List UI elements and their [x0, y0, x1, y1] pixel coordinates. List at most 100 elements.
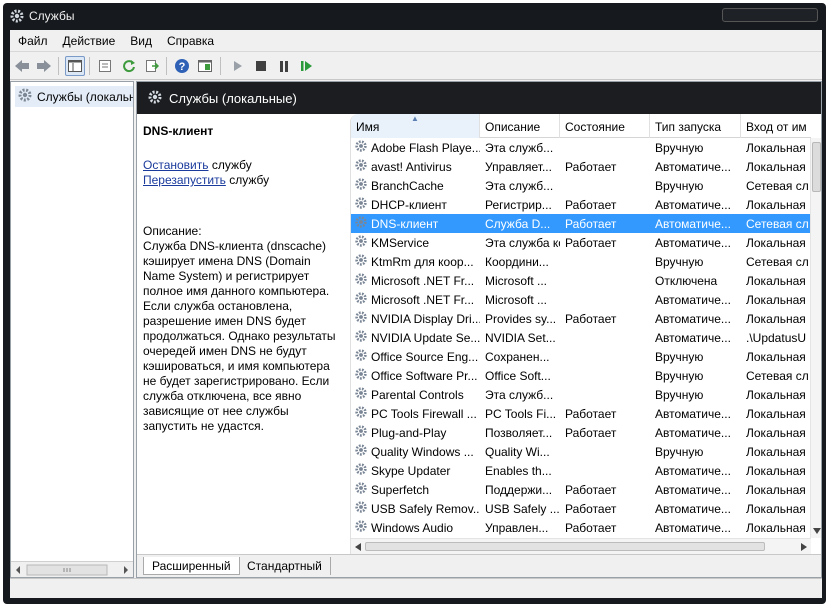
export-icon[interactable]	[142, 56, 162, 76]
services-gear-icon	[147, 89, 163, 108]
table-row[interactable]: Plug-and-Play Позволяет... Работает Автомат…	[351, 423, 811, 442]
column-header-logon[interactable]: Вход от им	[741, 114, 811, 138]
window-controls[interactable]	[722, 8, 818, 22]
service-logon-cell: Локальная	[746, 140, 806, 155]
services-gear-icon	[17, 87, 33, 106]
list-vertical-scrollbar[interactable]	[810, 138, 821, 538]
service-name-label: Windows Audio	[371, 520, 454, 535]
tab-extended[interactable]: Расширенный	[143, 557, 240, 575]
scroll-thumb[interactable]	[365, 542, 765, 551]
service-logon-cell: Локальная	[746, 292, 806, 307]
forward-icon[interactable]	[34, 56, 54, 76]
services-gear-icon	[9, 8, 25, 27]
service-logon-cell: Локальная	[746, 482, 806, 497]
table-row[interactable]: DNS-клиент Служба D... Работает Автоматиче.…	[351, 214, 811, 233]
restart-service-link[interactable]: Перезапустить	[143, 173, 226, 187]
tree-horizontal-scrollbar[interactable]	[11, 561, 133, 577]
column-header-description[interactable]: Описание	[480, 114, 560, 138]
table-row[interactable]: Office Source Eng... Сохранен... Вручную Ло…	[351, 347, 811, 366]
menu-file[interactable]: Файл	[10, 30, 55, 48]
toolbar-separator	[58, 57, 59, 75]
refresh-icon[interactable]	[119, 56, 139, 76]
service-description-panel: DNS-клиент Остановить службу Перезапусти…	[137, 114, 350, 554]
table-row[interactable]: Parental Controls Эта служб... Вручную Лока…	[351, 385, 811, 404]
stop-icon[interactable]	[251, 56, 271, 76]
service-gear-icon	[354, 481, 368, 498]
service-startup-cell: Автоматиче...	[655, 235, 731, 250]
table-row[interactable]: USB Safely Remov... USB Safely ... Работае…	[351, 499, 811, 518]
help-icon[interactable]: ?	[172, 56, 192, 76]
service-gear-icon	[354, 196, 368, 213]
service-state-cell: Работает	[565, 159, 617, 174]
service-name-cell: Office Source Eng...	[351, 348, 480, 365]
start-icon[interactable]	[228, 56, 248, 76]
pause-icon[interactable]	[274, 56, 294, 76]
service-name-cell: Skype Updater	[351, 462, 480, 479]
service-gear-icon	[354, 443, 368, 460]
service-startup-cell: Автоматиче...	[655, 292, 731, 307]
service-name-cell: KtmRm для коор...	[351, 253, 480, 270]
service-gear-icon	[354, 158, 368, 175]
table-row[interactable]: NVIDIA Update Se... NVIDIA Set... Автомати…	[351, 328, 811, 347]
table-row[interactable]: Adobe Flash Playe... Эта служб... Вручную Л…	[351, 138, 811, 157]
service-name-cell: PC Tools Firewall ...	[351, 405, 480, 422]
restart-icon[interactable]	[297, 56, 317, 76]
tab-standard[interactable]: Стандартный	[239, 557, 331, 575]
service-logon-cell: Локальная	[746, 463, 806, 478]
service-description-cell: PC Tools Fi...	[485, 406, 557, 421]
table-row[interactable]: Superfetch Поддержи... Работает Автоматиче.…	[351, 480, 811, 499]
service-logon-cell: Локальная	[746, 520, 806, 535]
service-gear-icon	[354, 177, 368, 194]
menu-help[interactable]: Справка	[159, 30, 221, 48]
table-row[interactable]: avast! Antivirus Управляет... Работает Авто…	[351, 157, 811, 176]
table-row[interactable]: KtmRm для коор... Координи... Вручную Сетев…	[351, 252, 811, 271]
table-row[interactable]: Quality Windows ... Quality Wi... Вручную Л…	[351, 442, 811, 461]
service-logon-cell: .\UpdatusU	[746, 330, 807, 345]
column-header-startup[interactable]: Тип запуска	[650, 114, 741, 138]
list-horizontal-scrollbar[interactable]	[351, 538, 811, 554]
service-logon-cell: Локальная	[746, 387, 806, 402]
stop-service-link[interactable]: Остановить	[143, 158, 209, 172]
table-row[interactable]: NVIDIA Display Dri... Provides sy... Работ…	[351, 309, 811, 328]
service-logon-cell: Сетевая сл	[746, 368, 809, 383]
service-gear-icon	[354, 234, 368, 251]
service-name-cell: DHCP-клиент	[351, 196, 480, 213]
table-row[interactable]: Windows Audio Управлен... Работает Автомати…	[351, 518, 811, 537]
service-name-label: DNS-клиент	[371, 216, 439, 231]
service-name-label: Quality Windows ...	[371, 444, 474, 459]
show-tree-icon[interactable]	[65, 56, 85, 76]
table-row[interactable]: Microsoft .NET Fr... Microsoft ... Отключе…	[351, 271, 811, 290]
menu-action[interactable]: Действие	[55, 30, 123, 48]
table-row[interactable]: Microsoft .NET Fr... Microsoft ... Автомат…	[351, 290, 811, 309]
menu-view[interactable]: Вид	[122, 30, 159, 48]
service-state-cell: Работает	[565, 311, 617, 326]
service-startup-cell: Вручную	[655, 349, 704, 364]
column-header-name[interactable]: ▲ Имя	[351, 114, 480, 138]
service-name-label: Superfetch	[371, 482, 430, 497]
service-description-cell: Эта служб...	[485, 178, 554, 193]
table-row[interactable]: Office Software Pr... Office Soft... Вручн…	[351, 366, 811, 385]
back-icon[interactable]	[12, 56, 32, 76]
service-logon-cell: Сетевая сл	[746, 178, 809, 193]
tree-item-services-local[interactable]: Службы (локальны	[15, 86, 134, 107]
console-tree[interactable]: Службы (локальны	[10, 81, 134, 578]
table-row[interactable]: PC Tools Firewall ... PC Tools Fi... Работ…	[351, 404, 811, 423]
service-gear-icon	[354, 272, 368, 289]
table-row[interactable]: BranchCache Эта служб... Вручную Сетевая сл	[351, 176, 811, 195]
service-description-cell: Служба D...	[485, 216, 551, 231]
properties-icon[interactable]	[95, 56, 115, 76]
service-name-label: KtmRm для коор...	[371, 254, 474, 269]
column-name-label: Имя	[356, 120, 380, 134]
table-row[interactable]: DHCP-клиент Регистрир... Работает Автоматич…	[351, 195, 811, 214]
service-description-cell: Управляет...	[485, 159, 552, 174]
table-row[interactable]: Skype Updater Enables th... Автоматиче... Л…	[351, 461, 811, 480]
service-startup-cell: Вручную	[655, 140, 704, 155]
console-icon[interactable]	[195, 56, 215, 76]
toolbar-separator	[89, 57, 90, 75]
service-description-cell: Эта служб...	[485, 387, 554, 402]
tree-item-label: Службы (локальны	[37, 89, 134, 104]
column-header-state[interactable]: Состояние	[560, 114, 650, 138]
scroll-thumb[interactable]	[812, 142, 821, 192]
status-bar	[10, 578, 822, 598]
table-row[interactable]: KMService Эта служба ко... Работает Автомат…	[351, 233, 811, 252]
